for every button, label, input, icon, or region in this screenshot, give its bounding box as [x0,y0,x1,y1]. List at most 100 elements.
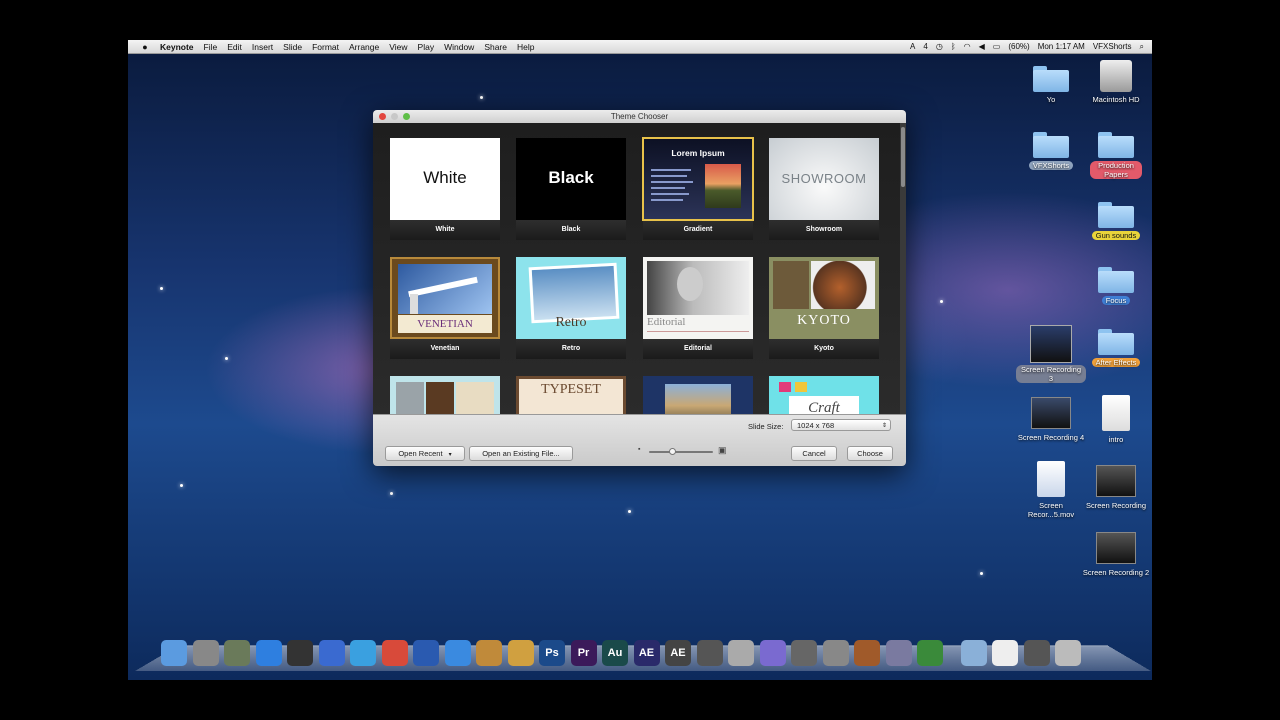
small-thumbnail-icon[interactable]: ▪ [638,446,640,453]
keynote-icon[interactable] [854,640,880,666]
system-info-icon[interactable] [224,640,250,666]
menu-help[interactable]: Help [517,42,534,52]
utility-icon[interactable] [728,640,754,666]
apple-icon[interactable]: ● [138,42,152,52]
bluetooth-icon[interactable]: ᛒ [951,42,956,51]
numbers-icon[interactable] [917,640,943,666]
theme-gradient[interactable]: Lorem Ipsum Gradient [642,137,754,240]
battery-icon[interactable]: ▭ [993,42,1001,51]
desktop-folder-yo[interactable]: Yo [1016,64,1086,104]
desktop-folder-vfxshorts[interactable]: VFXShorts [1016,130,1086,170]
theme-row3-3[interactable] [643,376,753,414]
desktop-screen-recording-5[interactable]: Screen Recor...5.mov [1016,461,1086,519]
window-titlebar[interactable]: Theme Chooser [373,110,906,123]
theme-grid-scrollbar[interactable] [900,123,906,414]
theme-black[interactable]: Black Black [516,138,626,240]
theme-white[interactable]: White White [390,138,500,240]
after-effects-icon[interactable]: AE [633,640,660,666]
iphoto-icon[interactable] [507,640,534,666]
desktop-screen-recording-4[interactable]: Screen Recording 4 [1016,397,1086,442]
launchpad-icon[interactable] [192,640,219,666]
desktop-screen-recording-2[interactable]: Screen Recording 2 [1081,532,1151,577]
script-editor-icon[interactable] [885,640,912,666]
desktop-screen-recording[interactable]: Screen Recording [1081,465,1151,510]
choose-button[interactable]: Choose [847,446,893,461]
desktop-folder-production-papers[interactable]: Production Papers [1081,130,1151,179]
documents-icon[interactable] [992,640,1018,666]
desktop-screen-recording-3[interactable]: Screen Recording 3 [1016,325,1086,383]
itunes-icon[interactable] [444,640,471,666]
large-thumbnail-icon[interactable]: ▣ [718,445,727,456]
desktop-folder-gun-sounds[interactable]: Gun sounds [1081,200,1151,240]
desktop-icon-label: intro [1108,435,1124,444]
safari-icon[interactable] [350,640,376,666]
final-cut-icon[interactable] [696,640,723,666]
cancel-button[interactable]: Cancel [791,446,837,461]
zoom-icon[interactable] [403,113,410,120]
dashboard-icon[interactable] [287,640,313,666]
theme-venetian[interactable]: VENETIAN Venetian [390,257,500,359]
theme-label: Showroom [769,220,879,240]
preview-icon[interactable] [476,640,502,666]
mail-icon[interactable] [318,640,345,666]
theme-craft[interactable]: Craft [769,376,879,414]
menu-format[interactable]: Format [312,42,339,52]
theme-retro[interactable]: Retro Retro [516,257,626,359]
adobe-status-icon[interactable]: A [910,42,915,51]
applications-folder-icon[interactable] [960,640,987,666]
photoshop-icon[interactable]: Ps [539,640,565,666]
ae-script-icon[interactable]: AE [665,640,691,666]
desktop-folder-focus[interactable]: Focus [1081,265,1151,305]
tools-icon[interactable] [791,640,817,666]
audition-icon[interactable]: Au [602,640,628,666]
menu-file[interactable]: File [204,42,218,52]
menu-window[interactable]: Window [444,42,474,52]
menu-app-name[interactable]: Keynote [160,42,194,52]
menu-edit[interactable]: Edit [227,42,242,52]
menu-play[interactable]: Play [418,42,435,52]
battery-percent: (60%) [1008,42,1030,51]
theme-kyoto[interactable]: KYOTO Kyoto [769,257,879,359]
wifi-icon[interactable]: ◠ [964,42,971,51]
theme-label: Editorial [643,339,753,359]
star [160,287,163,290]
spotlight-icon[interactable]: ⌕ [1140,42,1144,52]
volume-icon[interactable]: ◀ [979,42,985,51]
system-preferences-icon[interactable] [822,640,849,666]
menu-arrange[interactable]: Arrange [349,42,379,52]
thumbnail-size-slider[interactable] [649,448,713,455]
finder-icon[interactable] [161,640,187,666]
theme-typeset[interactable]: TYPESET [516,376,626,414]
chrome-icon[interactable] [381,640,408,666]
close-icon[interactable] [379,113,386,120]
premiere-icon[interactable]: Pr [570,640,597,666]
menu-view[interactable]: View [389,42,407,52]
open-existing-file-button[interactable]: Open an Existing File... [469,446,573,461]
user-name[interactable]: VFXShorts [1093,42,1132,51]
quicktime-icon[interactable] [413,640,439,666]
trash-icon[interactable] [1055,640,1081,666]
menu-insert[interactable]: Insert [252,42,273,52]
slider-knob[interactable] [669,448,676,455]
scrollbar-thumb[interactable] [901,127,905,187]
theme-row3-1[interactable] [390,376,500,414]
downloads-icon[interactable] [1023,640,1050,666]
theme-showroom[interactable]: SHOWROOM Showroom [769,138,879,240]
theme-craft-preview: Craft [769,376,879,414]
desktop-macintosh-hd[interactable]: Macintosh HD [1081,60,1151,104]
desktop-icon-label: Screen Recording 4 [1017,433,1085,442]
preview-title: TYPESET [541,382,601,397]
menu-slide[interactable]: Slide [283,42,302,52]
menu-share[interactable]: Share [484,42,507,52]
minimize-icon[interactable] [391,113,398,120]
theme-editorial[interactable]: Editorial Editorial [643,257,753,359]
app-store-icon[interactable] [255,640,282,666]
clock-status-icon[interactable]: ◷ [936,42,943,51]
clock[interactable]: Mon 1:17 AM [1038,42,1085,51]
slide-size-select[interactable]: 1024 x 768 ⇕ [791,419,891,431]
theme-showroom-preview: SHOWROOM [769,138,879,220]
motion-icon[interactable] [759,640,786,666]
desktop-intro[interactable]: intro [1081,395,1151,444]
desktop-folder-after-effects[interactable]: After Effects [1081,327,1151,367]
open-recent-button[interactable]: Open Recent ▾ [385,446,465,461]
